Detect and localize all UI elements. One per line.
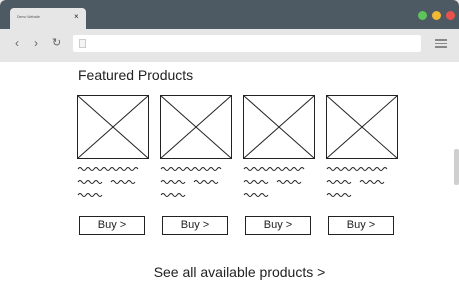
buy-button[interactable]: Buy > — [245, 216, 311, 235]
image-placeholder-icon — [243, 95, 315, 159]
reload-icon[interactable]: ↻ — [52, 37, 61, 49]
close-window-button[interactable] — [446, 11, 455, 20]
buy-button[interactable]: Buy > — [162, 216, 228, 235]
product-card: Buy > — [243, 95, 315, 235]
scrollbar-thumb[interactable] — [454, 149, 459, 185]
forward-arrow-icon[interactable]: › — [34, 37, 38, 49]
section-heading: Featured Products — [78, 67, 194, 83]
image-placeholder-icon — [326, 95, 398, 159]
address-bar[interactable] — [73, 35, 421, 52]
browser-tab[interactable]: Demo Website × — [10, 8, 86, 29]
maximize-window-button[interactable] — [418, 11, 427, 20]
back-arrow-icon[interactable]: ‹ — [15, 37, 19, 49]
buy-button[interactable]: Buy > — [328, 216, 394, 235]
product-card: Buy > — [326, 95, 398, 235]
image-placeholder-icon — [77, 95, 149, 159]
page-icon — [79, 39, 86, 48]
title-bar: Demo Website × — [0, 0, 459, 29]
buy-button[interactable]: Buy > — [79, 216, 145, 235]
tab-title: Demo Website — [17, 15, 40, 19]
minimize-window-button[interactable] — [432, 11, 441, 20]
product-card: Buy > — [77, 95, 149, 235]
product-card: Buy > — [160, 95, 232, 235]
placeholder-text-lines — [160, 167, 222, 197]
placeholder-text-lines — [243, 167, 305, 197]
page-content: Featured Products Buy > Buy > Buy > Buy … — [0, 62, 459, 287]
browser-chrome: Demo Website × ‹ › ↻ — [0, 0, 459, 62]
image-placeholder-icon — [160, 95, 232, 159]
see-all-products-link[interactable]: See all available products > — [0, 264, 459, 280]
hamburger-menu-icon[interactable] — [435, 39, 447, 48]
placeholder-text-lines — [326, 167, 388, 197]
placeholder-text-lines — [77, 167, 139, 197]
tab-close-icon[interactable]: × — [74, 13, 79, 21]
